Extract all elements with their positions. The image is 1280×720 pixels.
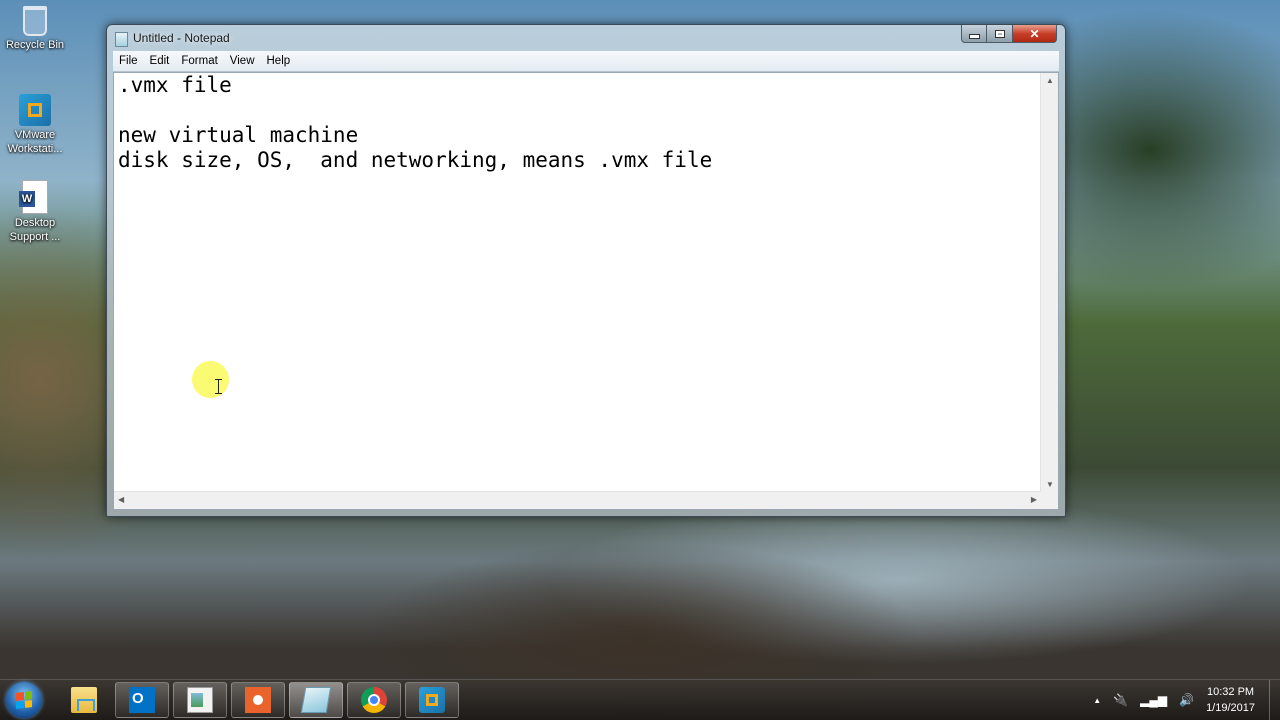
title-bar[interactable]: Untitled - Notepad ✕ bbox=[107, 25, 1065, 51]
system-tray: ▲ 🔌 ▂▄▆ 🔊 10:32 PM 1/19/2017 bbox=[1087, 680, 1280, 720]
minimize-icon bbox=[968, 34, 980, 39]
cursor-highlight bbox=[192, 361, 229, 398]
caption-buttons: ✕ bbox=[961, 25, 1057, 43]
menu-file[interactable]: File bbox=[113, 51, 144, 71]
chrome-icon bbox=[361, 687, 387, 713]
taskbar-file-explorer[interactable] bbox=[57, 682, 111, 718]
desktop-icon-recycle-bin[interactable]: Recycle Bin bbox=[4, 6, 66, 52]
maximize-button[interactable] bbox=[987, 25, 1013, 43]
menu-help[interactable]: Help bbox=[261, 51, 297, 71]
scroll-down-icon[interactable]: ▼ bbox=[1046, 480, 1054, 489]
desktop-icon-label: Recycle Bin bbox=[5, 39, 65, 51]
window-title: Untitled - Notepad bbox=[133, 31, 230, 45]
show-desktop-button[interactable] bbox=[1269, 680, 1280, 720]
close-icon: ✕ bbox=[1029, 26, 1040, 41]
editor: .vmx file​new virtual machinedisk size, … bbox=[113, 72, 1059, 510]
notepad-icon bbox=[115, 32, 128, 47]
desktop-icon-vmware[interactable]: VMware Workstati... bbox=[4, 94, 66, 156]
maximize-icon bbox=[994, 29, 1005, 38]
text-cursor-icon bbox=[215, 379, 222, 394]
windows-logo-icon bbox=[16, 691, 32, 709]
desktop-icon-label: VMware Workstati... bbox=[7, 129, 63, 155]
clock-time: 10:32 PM bbox=[1206, 686, 1255, 698]
clock[interactable]: 10:32 PM 1/19/2017 bbox=[1206, 684, 1255, 716]
volume-icon[interactable]: 🔊 bbox=[1179, 693, 1194, 707]
text-line: new virtual machine bbox=[118, 123, 359, 147]
desktop-icon-label: Desktop Support ... bbox=[9, 217, 61, 243]
menu-bar: File Edit Format View Help bbox=[113, 51, 1059, 72]
menu-edit[interactable]: Edit bbox=[144, 51, 176, 71]
desktop-icon-desktop-support[interactable]: Desktop Support ... bbox=[4, 180, 66, 244]
scroll-up-icon[interactable]: ▲ bbox=[1046, 76, 1054, 85]
minimize-button[interactable] bbox=[961, 25, 987, 43]
taskbar-vmware[interactable] bbox=[405, 682, 459, 718]
folder-icon bbox=[71, 687, 97, 713]
text-area[interactable]: .vmx file​new virtual machinedisk size, … bbox=[114, 73, 1041, 492]
window-icon bbox=[187, 687, 213, 713]
horizontal-scrollbar[interactable]: ◀ ▶ bbox=[114, 491, 1041, 509]
notepad-window: Untitled - Notepad ✕ File Edit Format Vi… bbox=[106, 24, 1066, 517]
word-document-icon bbox=[19, 180, 48, 214]
vertical-scrollbar[interactable]: ▲ ▼ bbox=[1040, 73, 1058, 492]
notepad-icon bbox=[300, 687, 332, 713]
vmware-icon bbox=[419, 687, 445, 713]
taskbar-notepad[interactable] bbox=[289, 682, 343, 718]
taskbar-outlook[interactable] bbox=[115, 682, 169, 718]
menu-format[interactable]: Format bbox=[175, 51, 223, 71]
taskbar-window-app[interactable] bbox=[173, 682, 227, 718]
network-signal-icon[interactable]: ▂▄▆ bbox=[1140, 693, 1167, 707]
taskbar-chrome[interactable] bbox=[347, 682, 401, 718]
vmware-icon bbox=[19, 94, 51, 126]
clock-date: 1/19/2017 bbox=[1206, 702, 1255, 714]
menu-view[interactable]: View bbox=[224, 51, 261, 71]
scroll-left-icon[interactable]: ◀ bbox=[118, 495, 124, 504]
start-button[interactable] bbox=[6, 682, 42, 718]
text-line: disk size, OS, and networking, means .vm… bbox=[118, 148, 713, 172]
text-line: ​ bbox=[118, 98, 1037, 123]
close-button[interactable]: ✕ bbox=[1013, 25, 1057, 43]
taskbar-screen-recorder[interactable] bbox=[231, 682, 285, 718]
resize-grip[interactable] bbox=[1041, 492, 1058, 509]
scroll-right-icon[interactable]: ▶ bbox=[1031, 495, 1037, 504]
taskbar: ▲ 🔌 ▂▄▆ 🔊 10:32 PM 1/19/2017 bbox=[0, 679, 1280, 720]
show-hidden-icons-button[interactable]: ▲ bbox=[1093, 696, 1101, 705]
power-icon[interactable]: 🔌 bbox=[1113, 693, 1128, 707]
record-icon bbox=[245, 687, 271, 713]
text-line: .vmx file bbox=[118, 73, 232, 97]
recycle-bin-icon bbox=[23, 6, 47, 36]
outlook-icon bbox=[129, 687, 155, 713]
